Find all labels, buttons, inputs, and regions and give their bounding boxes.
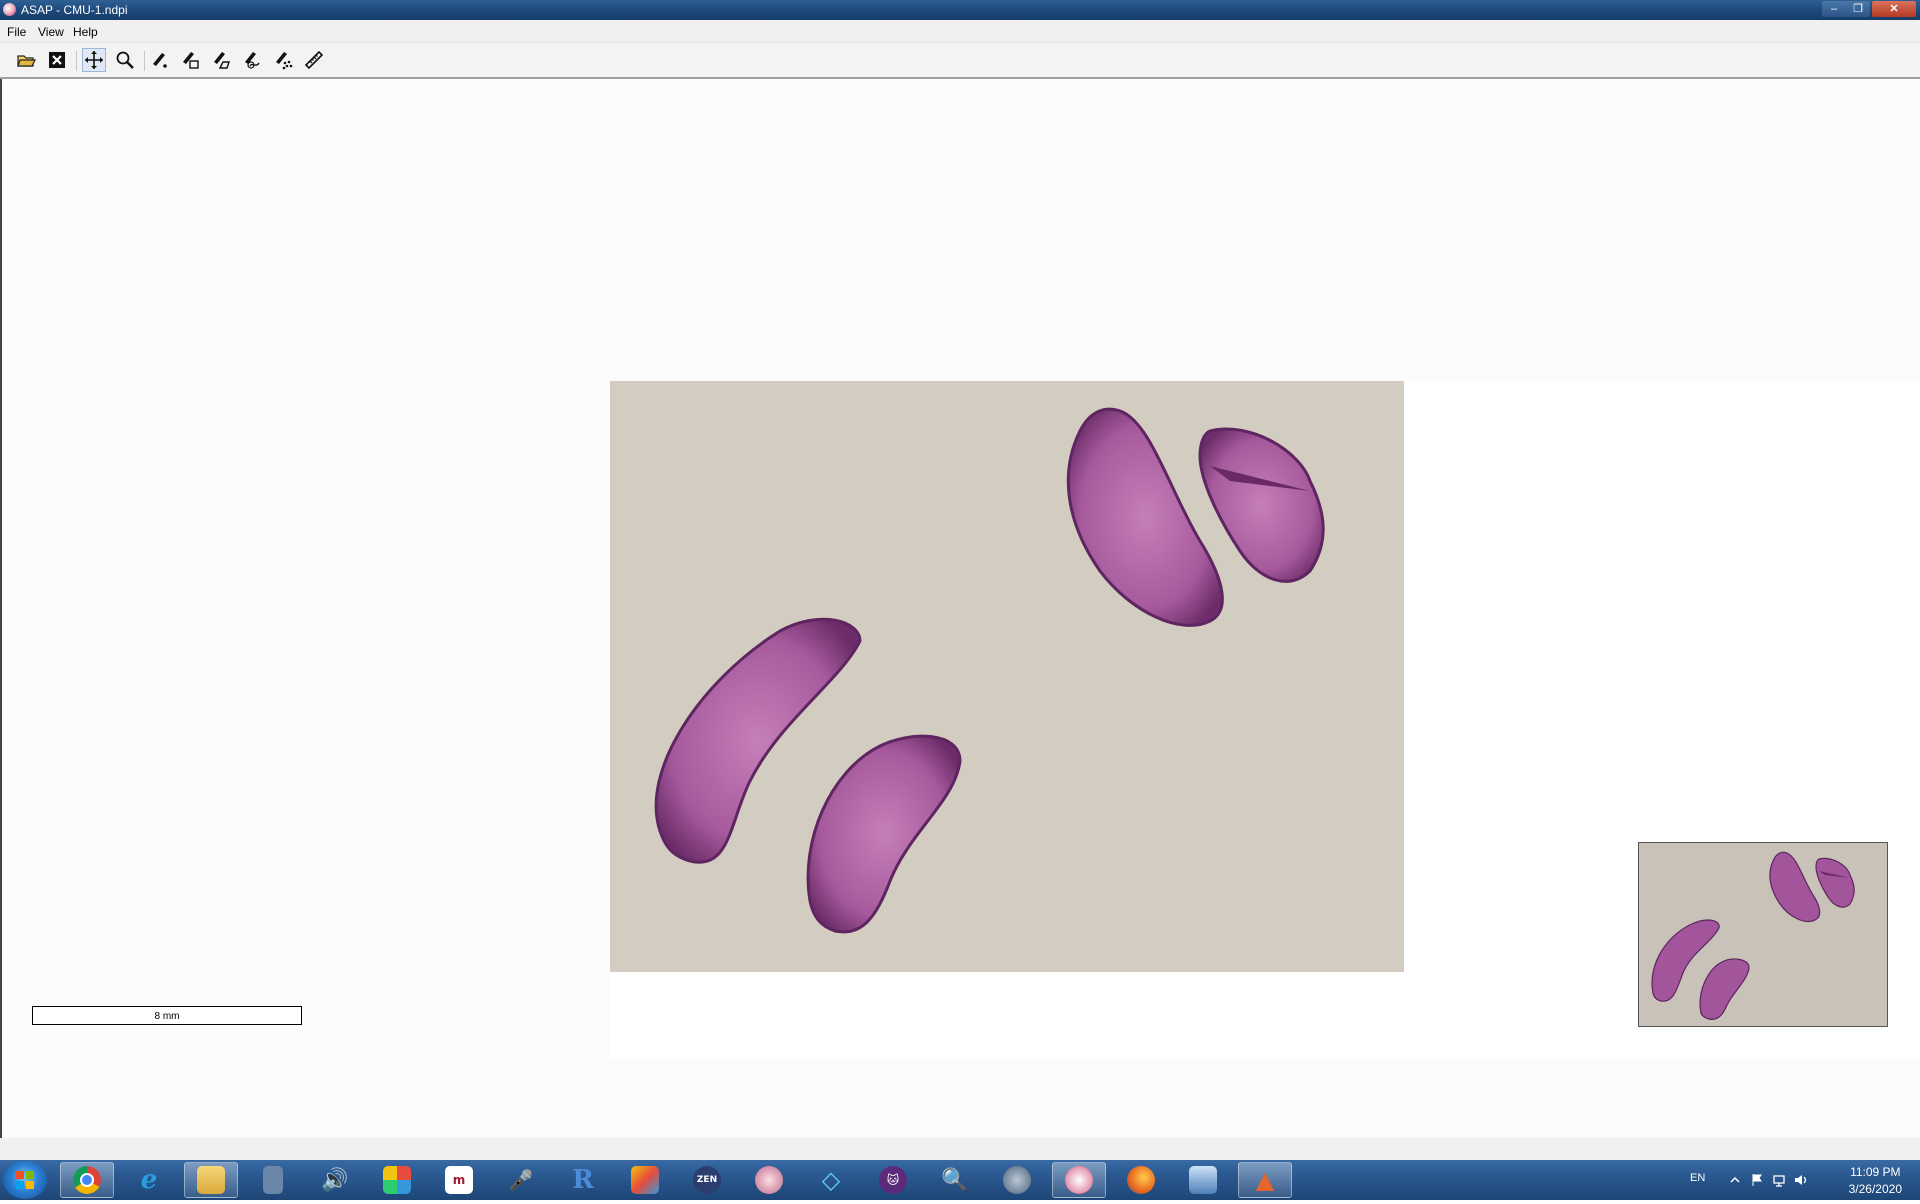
- taskbar-zen[interactable]: ZEN: [680, 1162, 734, 1198]
- network-tray-icon[interactable]: [1772, 1173, 1786, 1187]
- language-indicator[interactable]: EN: [1690, 1172, 1705, 1184]
- taskbar-mendeley[interactable]: m: [432, 1162, 486, 1198]
- open-button[interactable]: [14, 48, 38, 72]
- pan-icon: [85, 51, 103, 69]
- taskbar-calculator[interactable]: [246, 1162, 300, 1198]
- close-file-icon: [49, 52, 65, 68]
- taskbar-file-explorer[interactable]: [184, 1162, 238, 1198]
- spline-annotation-button[interactable]: [240, 48, 264, 72]
- speaker-icon: 🔊: [321, 1167, 349, 1193]
- rectangle-annotation-icon: [183, 52, 199, 69]
- taskbar-microphone[interactable]: 🎤: [494, 1162, 548, 1198]
- polygon-annotation-icon: [214, 52, 230, 69]
- menu-help[interactable]: Help: [73, 25, 98, 39]
- taskbar-magnifier[interactable]: 🔍: [928, 1162, 982, 1198]
- tissue-section-4: [1198, 427, 1325, 583]
- matlab-icon: ▲: [1255, 1166, 1275, 1194]
- file-explorer-icon: [197, 1166, 225, 1194]
- status-strip: [0, 1138, 1920, 1160]
- taskbar-paint[interactable]: [618, 1162, 672, 1198]
- mendeley-icon: m: [445, 1166, 473, 1194]
- volume-tray-icon[interactable]: [1794, 1173, 1808, 1187]
- taskbar-network-app[interactable]: [1176, 1162, 1230, 1198]
- close-window-button[interactable]: ✕: [1872, 1, 1916, 17]
- taskbar-r[interactable]: R: [556, 1162, 610, 1198]
- action-center-flag-icon[interactable]: [1750, 1173, 1764, 1187]
- slide-image[interactable]: [610, 381, 1404, 972]
- dot-annotation-button[interactable]: [147, 48, 171, 72]
- cat-icon: 🐱: [879, 1166, 907, 1194]
- minimize-button[interactable]: –: [1822, 1, 1846, 17]
- ruler-icon: [304, 50, 324, 70]
- tissue-sections: [654, 407, 1325, 934]
- taskbar-cubes-app[interactable]: [370, 1162, 424, 1198]
- taskbar-chrome[interactable]: [60, 1162, 114, 1198]
- asap-app-icon: [3, 3, 16, 16]
- system-tray: EN 11:09 PM 3/26/2020: [1690, 1160, 1920, 1200]
- taskbar-asap[interactable]: [1052, 1162, 1106, 1198]
- taskbar-matlab[interactable]: ▲: [1238, 1162, 1292, 1198]
- open-folder-icon: [17, 55, 36, 67]
- dot-annotation-icon: [153, 53, 167, 68]
- zoom-tool-button[interactable]: [113, 48, 137, 72]
- app-cubes-icon: [383, 1166, 411, 1194]
- asap-icon: [1065, 1166, 1093, 1194]
- diamond-icon: ◇: [821, 1166, 841, 1194]
- point-set-annotation-button[interactable]: [271, 48, 295, 72]
- minimap[interactable]: [1638, 842, 1888, 1027]
- window-title: ASAP - CMU-1.ndpi: [21, 3, 128, 17]
- show-hidden-icons-icon[interactable]: [1728, 1173, 1742, 1187]
- start-button[interactable]: [3, 1161, 47, 1199]
- taskbar-globe-search[interactable]: [990, 1162, 1044, 1198]
- network-icon: [1189, 1166, 1217, 1194]
- clock-date: 3/26/2020: [1848, 1182, 1902, 1196]
- polygon-annotation-button[interactable]: [209, 48, 233, 72]
- paint-icon: [631, 1166, 659, 1194]
- zoom-icon: [116, 51, 134, 69]
- windows-logo-icon: [16, 1171, 34, 1189]
- clock-time: 11:09 PM: [1850, 1165, 1901, 1179]
- magnifier-icon: 🔍: [941, 1167, 969, 1193]
- taskbar-speaker[interactable]: 🔊: [308, 1162, 362, 1198]
- rectangle-annotation-button[interactable]: [178, 48, 202, 72]
- calculator-icon: [263, 1166, 283, 1194]
- taskbar-cat-app[interactable]: 🐱: [866, 1162, 920, 1198]
- restore-button[interactable]: ❐: [1846, 1, 1870, 17]
- taskbar-internet-explorer[interactable]: e: [122, 1162, 176, 1198]
- ruler-button[interactable]: [302, 48, 326, 72]
- taskbar-firefox[interactable]: [1114, 1162, 1168, 1198]
- viewer-background-bottom: [610, 972, 1404, 1059]
- menu-view[interactable]: View: [38, 25, 64, 39]
- balloon-icon: [755, 1166, 783, 1194]
- toolbar: [0, 43, 1920, 79]
- windows-taskbar: e 🔊 m 🎤 R ZEN ◇ 🐱 🔍 ▲ EN 11:09 PM 3/26/2…: [0, 1160, 1920, 1200]
- menu-file[interactable]: File: [7, 25, 26, 39]
- minimap-thumbnail: [1651, 851, 1855, 1020]
- firefox-icon: [1127, 1166, 1155, 1194]
- point-set-annotation-icon: [276, 52, 293, 70]
- taskbar-diamond[interactable]: ◇: [804, 1162, 858, 1198]
- tissue-section-2: [806, 734, 962, 934]
- spline-annotation-icon: [245, 52, 260, 69]
- internet-explorer-icon: e: [140, 1165, 158, 1195]
- chrome-icon: [73, 1166, 101, 1194]
- zen-icon: ZEN: [693, 1166, 721, 1194]
- pan-tool-button[interactable]: [82, 48, 106, 72]
- clock[interactable]: 11:09 PM 3/26/2020: [1849, 1164, 1902, 1198]
- tissue-section-3: [1066, 407, 1224, 627]
- close-file-button[interactable]: [45, 48, 69, 72]
- title-bar: ASAP - CMU-1.ndpi – ❐ ✕: [0, 0, 1920, 20]
- globe-search-icon: [1003, 1166, 1031, 1194]
- microphone-icon: 🎤: [508, 1168, 534, 1192]
- scale-bar: 8 mm: [32, 1006, 302, 1025]
- menu-bar: File View Help: [0, 20, 1920, 43]
- taskbar-balloon[interactable]: [742, 1162, 796, 1198]
- r-icon: R: [572, 1165, 594, 1195]
